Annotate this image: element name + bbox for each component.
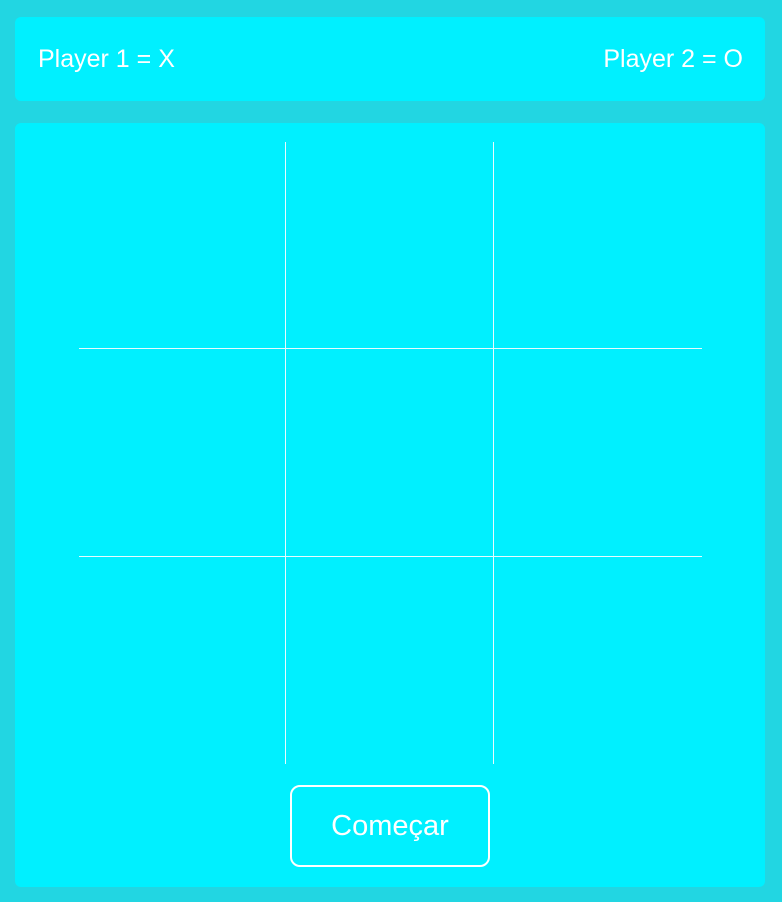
player1-label: Player 1 = X [38,44,175,73]
board-cell[interactable] [286,142,494,349]
board-cell[interactable] [494,349,702,557]
board-cell[interactable] [494,557,702,764]
board-cell[interactable] [286,349,494,557]
start-button[interactable]: Começar [290,785,490,867]
board-cell[interactable] [79,557,286,764]
players-header: Player 1 = X Player 2 = O [15,17,765,101]
game-panel: Começar [15,123,765,887]
player2-label: Player 2 = O [603,44,743,73]
board-cell[interactable] [79,349,286,557]
tic-tac-toe-board [79,142,702,764]
board-cell[interactable] [494,142,702,349]
board-cell[interactable] [286,557,494,764]
board-cell[interactable] [79,142,286,349]
